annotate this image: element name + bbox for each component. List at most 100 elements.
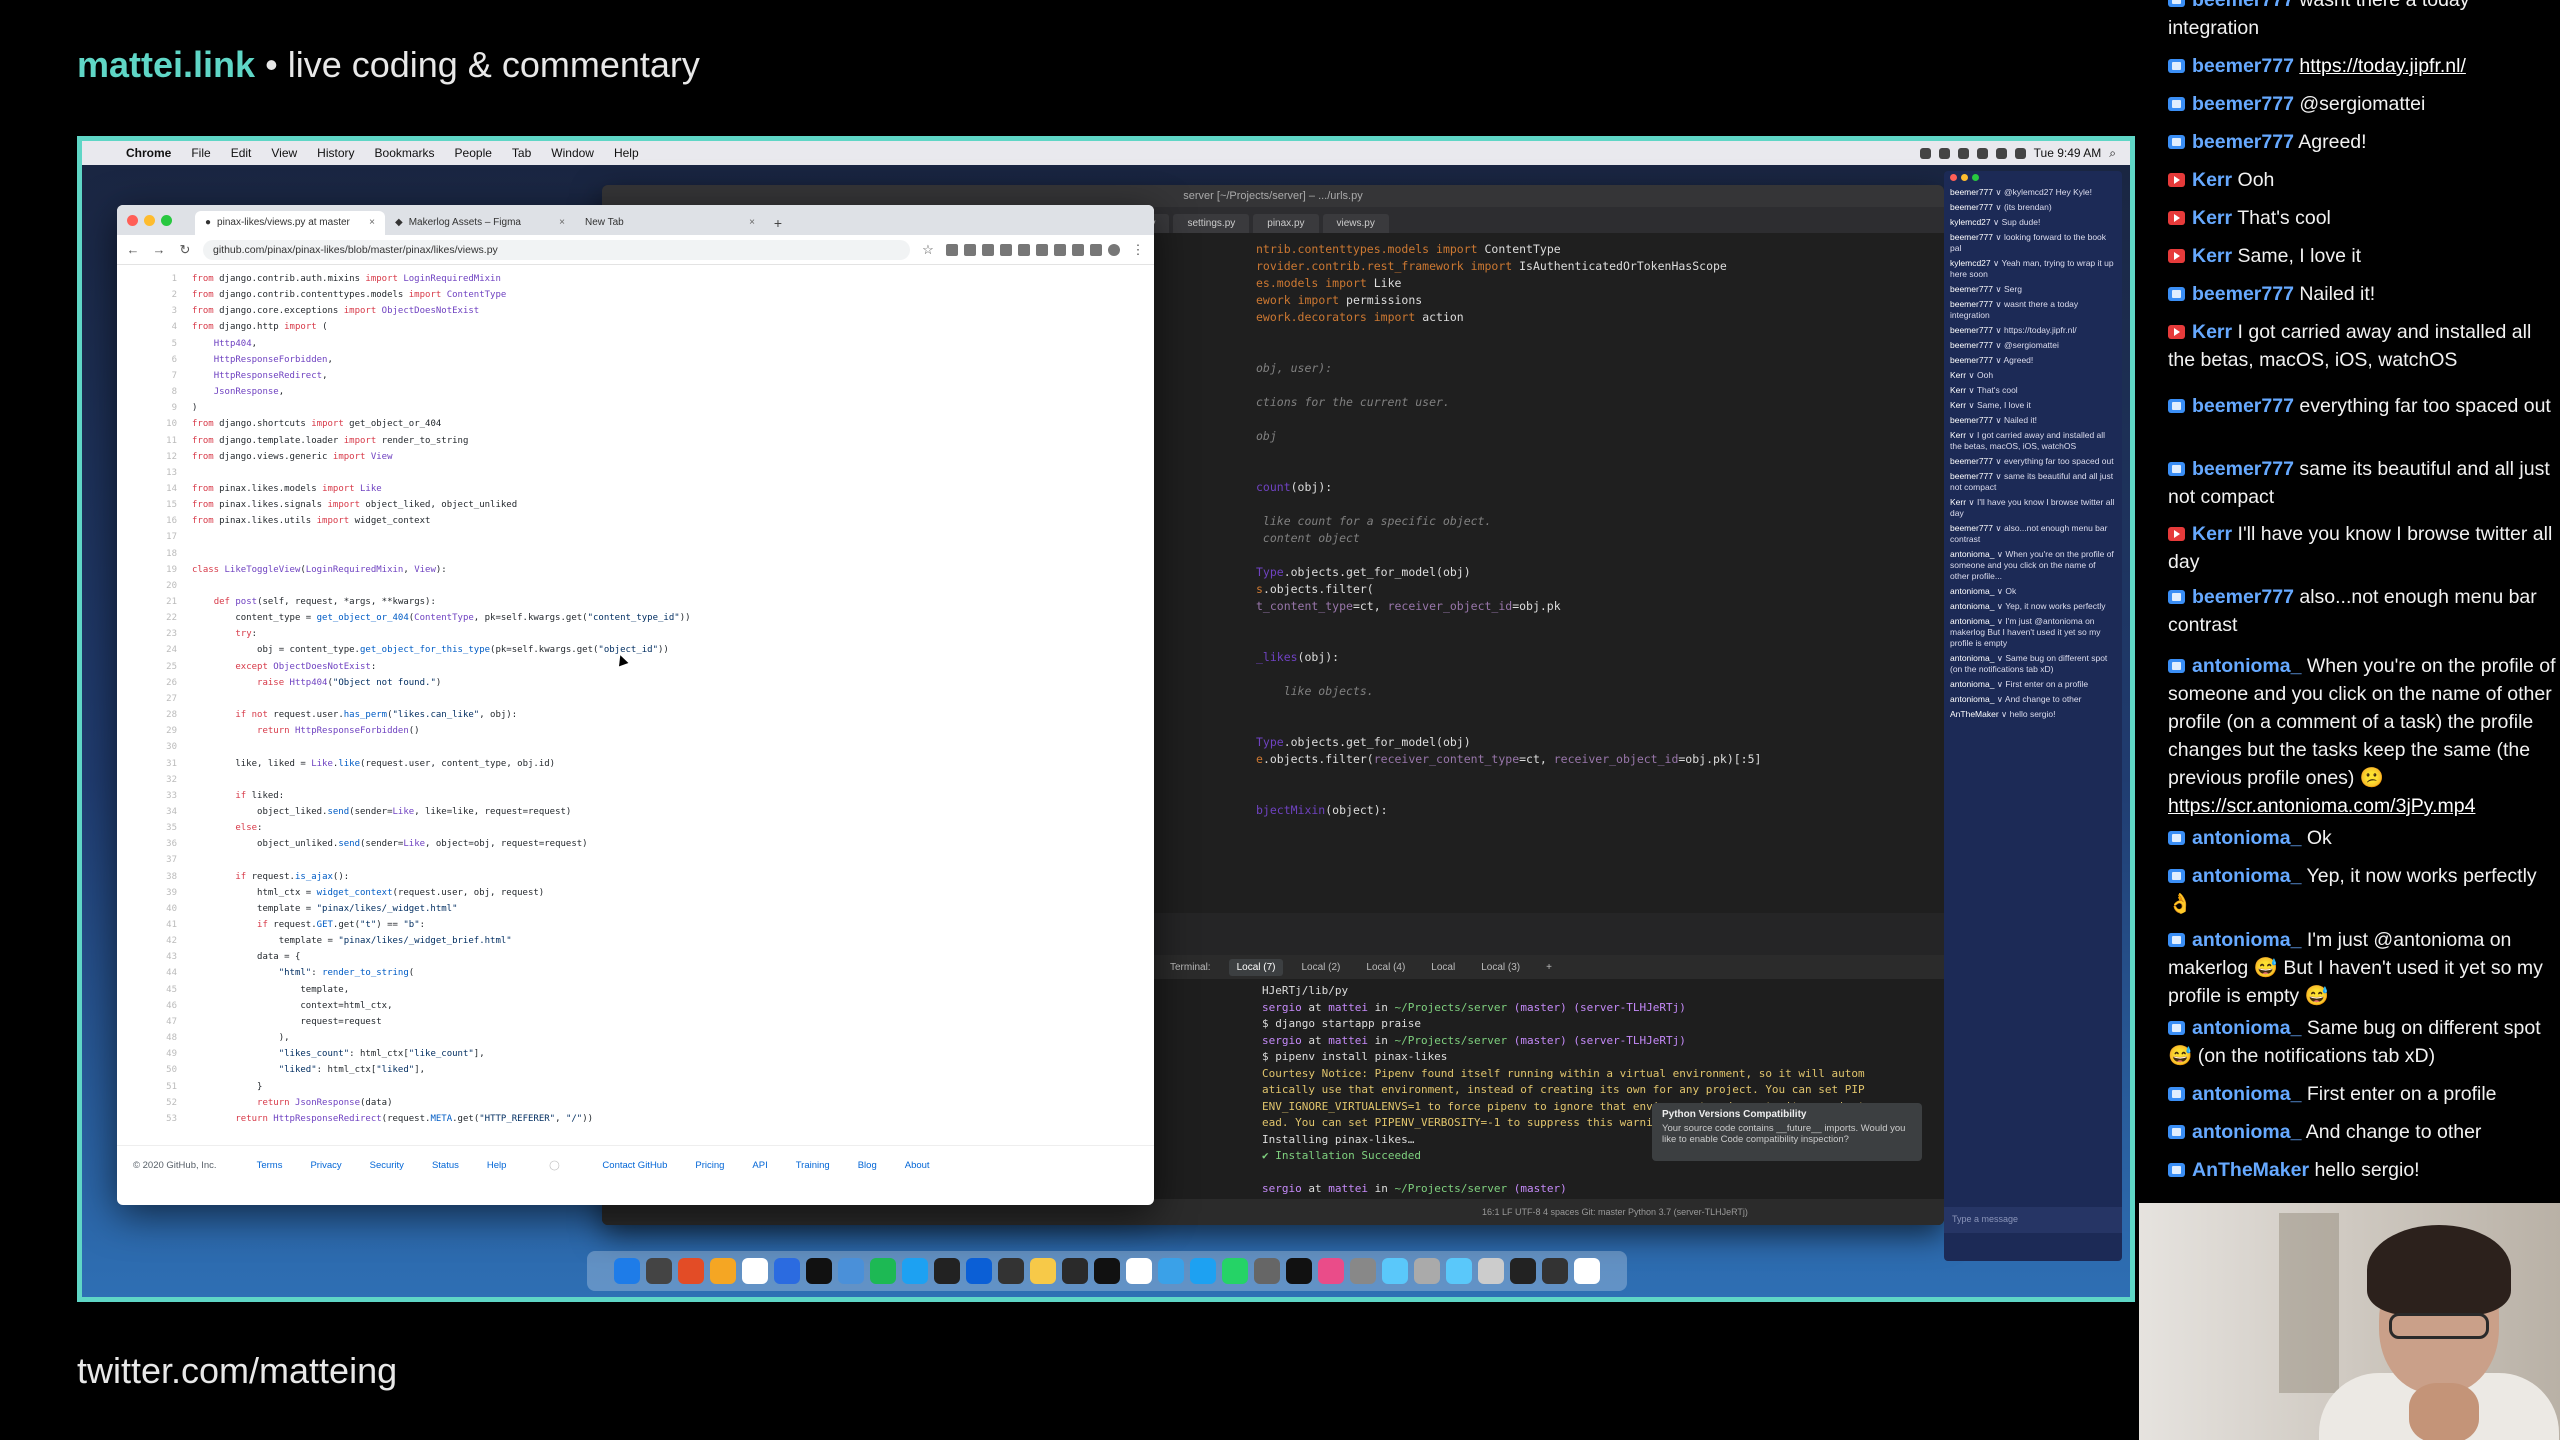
line-number[interactable]: 16	[117, 513, 177, 529]
chat-username[interactable]: antonioma_	[2192, 865, 2301, 887]
footer-link[interactable]: Training	[796, 1160, 830, 1171]
browser-tab[interactable]: ◆ Makerlog Assets – Figma ×	[385, 211, 575, 235]
app-icon[interactable]	[1062, 1258, 1088, 1284]
status-icon[interactable]	[1919, 147, 1931, 159]
line-number[interactable]: 29	[117, 723, 177, 739]
chat-username[interactable]: antonioma_	[2192, 1017, 2301, 1039]
ide-tab[interactable]: settings.py	[1173, 214, 1250, 233]
mini-chat-username[interactable]: beemer777	[1950, 523, 1993, 533]
line-number[interactable]: 21	[117, 594, 177, 610]
finder-icon[interactable]	[614, 1258, 640, 1284]
profile-avatar[interactable]	[1108, 243, 1120, 256]
extension-icon[interactable]	[1000, 243, 1012, 256]
line-number[interactable]: 23	[117, 626, 177, 642]
wifi-icon[interactable]	[1976, 147, 1988, 159]
mini-chat-username[interactable]: antonioma_	[1950, 586, 1994, 596]
chat-username[interactable]: beemer777	[2192, 93, 2294, 115]
close-tab-icon[interactable]: ×	[749, 211, 755, 235]
chat-username[interactable]: beemer777	[2192, 283, 2294, 305]
menu-bookmarks[interactable]: Bookmarks	[365, 146, 445, 160]
mini-chat-username[interactable]: antonioma_	[1950, 694, 1994, 704]
mini-chat-username[interactable]: antonioma_	[1950, 653, 1994, 663]
mini-chat-username[interactable]: beemer777	[1950, 415, 1993, 425]
fantastical-icon[interactable]	[710, 1258, 736, 1284]
github-code-view[interactable]: 1 from django.contrib.auth.mixins import …	[117, 265, 1154, 1135]
line-number[interactable]: 4	[117, 319, 177, 335]
extension-icon[interactable]	[964, 243, 976, 256]
footer-link[interactable]: Status	[432, 1160, 459, 1171]
status-icon[interactable]	[1957, 147, 1969, 159]
chat-username[interactable]: Kerr	[2192, 207, 2232, 229]
menu-app-name[interactable]: Chrome	[116, 146, 181, 160]
folder-icon[interactable]	[1382, 1258, 1408, 1284]
line-number[interactable]: 9	[117, 400, 177, 416]
mini-chat-username[interactable]: Kerr	[1950, 497, 1966, 507]
new-terminal-button[interactable]: +	[1538, 959, 1560, 976]
window-control-button[interactable]	[1972, 174, 1979, 181]
line-number[interactable]: 51	[117, 1079, 177, 1095]
terminal-tab[interactable]: Local (7)	[1228, 958, 1284, 976]
extension-icon[interactable]	[1072, 243, 1084, 256]
menu-edit[interactable]: Edit	[221, 146, 262, 160]
extension-icon[interactable]	[946, 243, 958, 256]
address-bar[interactable]: github.com/pinax/pinax-likes/blob/master…	[203, 239, 910, 260]
line-number[interactable]: 52	[117, 1095, 177, 1111]
control-center-icon[interactable]	[2014, 147, 2026, 159]
mini-chat-username[interactable]: beemer777	[1950, 355, 1993, 365]
line-number[interactable]: 33	[117, 788, 177, 804]
minimize-window-button[interactable]	[144, 215, 155, 226]
mini-chat-username[interactable]: beemer777	[1950, 340, 1993, 350]
line-number[interactable]: 11	[117, 433, 177, 449]
app-icon[interactable]	[1190, 1258, 1216, 1284]
extension-icon[interactable]	[1090, 243, 1102, 256]
chat-link[interactable]: https://today.jipfr.nl/	[2299, 55, 2466, 77]
line-number[interactable]: 53	[117, 1111, 177, 1127]
mini-chat-username[interactable]: AnTheMaker	[1950, 709, 1999, 719]
mini-chat-username[interactable]: Kerr	[1950, 430, 1966, 440]
folder-icon[interactable]	[1446, 1258, 1472, 1284]
extension-icon[interactable]	[982, 243, 994, 256]
chat-username[interactable]: Kerr	[2192, 321, 2232, 343]
mini-chat-username[interactable]: antonioma_	[1950, 616, 1994, 626]
footer-link[interactable]: Privacy	[310, 1160, 341, 1171]
spotlight-icon[interactable]: ⌕	[2109, 146, 2116, 161]
line-number[interactable]: 39	[117, 885, 177, 901]
window-control-button[interactable]	[1950, 174, 1957, 181]
chat-username[interactable]: antonioma_	[2192, 1083, 2301, 1105]
app-icon[interactable]	[934, 1258, 960, 1284]
ide-tab[interactable]: views.py	[1322, 214, 1389, 233]
back-arrow-icon[interactable]: ←	[125, 242, 141, 257]
line-number[interactable]: 10	[117, 416, 177, 432]
mini-chat-username[interactable]: kylemcd27	[1950, 217, 1991, 227]
bookmark-star-icon[interactable]: ☆	[920, 242, 936, 258]
app-icon[interactable]	[966, 1258, 992, 1284]
chat-username[interactable]: antonioma_	[2192, 1121, 2301, 1143]
footer-link[interactable]: Terms	[257, 1160, 283, 1171]
notion-icon[interactable]	[998, 1258, 1024, 1284]
kebab-menu-icon[interactable]: ⋮	[1130, 242, 1146, 258]
extension-icon[interactable]	[1036, 243, 1048, 256]
line-number[interactable]: 3	[117, 303, 177, 319]
battery-icon[interactable]	[1995, 147, 2007, 159]
line-number[interactable]: 20	[117, 578, 177, 594]
line-number[interactable]: 44	[117, 965, 177, 981]
status-icon[interactable]	[1938, 147, 1950, 159]
chrome-icon[interactable]	[678, 1258, 704, 1284]
line-number[interactable]: 1	[117, 271, 177, 287]
line-number[interactable]: 15	[117, 497, 177, 513]
line-number[interactable]: 28	[117, 707, 177, 723]
menubar-clock[interactable]: Tue 9:49 AM	[2034, 146, 2102, 160]
mini-chat-username[interactable]: Kerr	[1950, 400, 1966, 410]
line-number[interactable]: 5	[117, 336, 177, 352]
mini-chat-username[interactable]: antonioma_	[1950, 601, 1994, 611]
app-icon[interactable]	[1510, 1258, 1536, 1284]
mini-chat-username[interactable]: beemer777	[1950, 187, 1993, 197]
mini-chat-username[interactable]: Kerr	[1950, 370, 1966, 380]
chat-username[interactable]: beemer777	[2192, 586, 2294, 608]
chat-username[interactable]: antonioma_	[2192, 827, 2301, 849]
line-number[interactable]: 38	[117, 869, 177, 885]
line-number[interactable]: 35	[117, 820, 177, 836]
line-number[interactable]: 31	[117, 756, 177, 772]
zoom-window-button[interactable]	[161, 215, 172, 226]
app-icon[interactable]	[1094, 1258, 1120, 1284]
